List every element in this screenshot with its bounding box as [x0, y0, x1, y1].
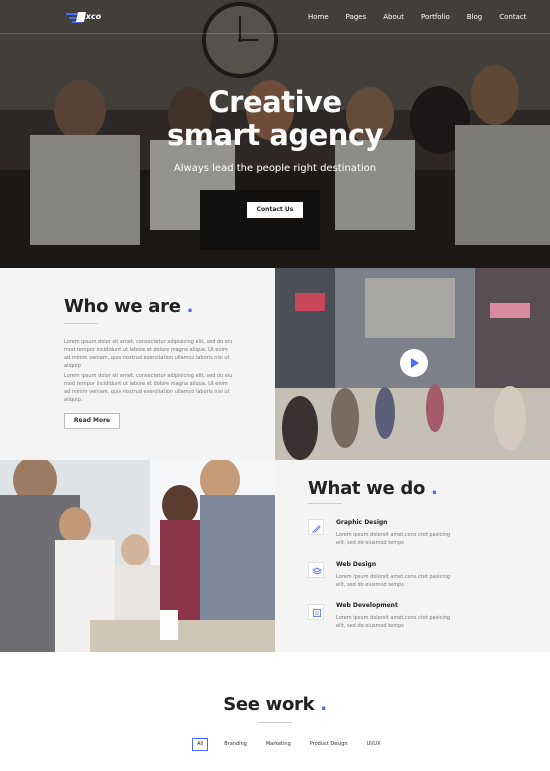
service-title-graphic-design: Graphic Design — [336, 519, 388, 526]
nav-item-blog[interactable]: Blog — [467, 13, 482, 21]
team-collaboration-photo — [0, 460, 275, 652]
contact-us-button[interactable]: Contact Us — [247, 202, 303, 218]
main-menu: Home Pages About Portfolio Blog Contact — [308, 13, 543, 21]
see-work-section: See work . All Branding Marketing Produc… — [0, 652, 550, 771]
hero-title-line-2: smart agency — [166, 118, 384, 152]
nav-item-home[interactable]: Home — [308, 13, 329, 21]
filter-ui-ux[interactable]: UI/UX — [364, 739, 384, 750]
who-paragraph-2: Lorem ipsum dolor sit amet, consectetur … — [64, 373, 233, 403]
read-more-button[interactable]: Read More — [64, 413, 120, 429]
filter-product-design[interactable]: Product Design — [307, 739, 351, 750]
hero-subtitle: Always lead the people right destination — [173, 163, 377, 174]
hero-title-line-1: Creative — [208, 85, 342, 119]
see-work-heading-text: See work — [223, 694, 315, 715]
what-we-do-heading: What we do . — [308, 478, 438, 499]
portfolio-filters: All Branding Marketing Product Design UI… — [192, 738, 397, 751]
team-photo — [0, 460, 275, 652]
who-we-are-heading: Who we are . — [64, 296, 193, 317]
who-paragraph-1: Lorem ipsum dolor sit amet, consectetur … — [64, 339, 233, 369]
filter-branding[interactable]: Branding — [221, 739, 250, 750]
code-icon — [308, 604, 324, 620]
heading-accent-dot: . — [431, 478, 438, 499]
heading-accent-dot: . — [320, 694, 327, 715]
what-we-do-heading-text: What we do — [308, 478, 426, 499]
what-we-do-section: What we do . Graphic Design Lorem ipsum … — [275, 460, 550, 652]
heading-underline — [308, 503, 342, 504]
service-desc-web-development: Lorem ipsum dolorsit amet,cons ctet pasi… — [336, 615, 451, 629]
service-title-web-design: Web Design — [336, 561, 377, 568]
pen-icon — [308, 519, 324, 535]
play-button[interactable] — [400, 349, 428, 377]
service-desc-graphic-design: Lorem ipsum dolorsit amet,cons ctet pasi… — [336, 532, 451, 546]
heading-accent-dot: . — [186, 296, 194, 317]
nav-item-portfolio[interactable]: Portfolio — [421, 13, 450, 21]
nav-item-contact[interactable]: Contact — [499, 13, 526, 21]
heading-underline — [64, 323, 98, 324]
filter-marketing[interactable]: Marketing — [263, 739, 294, 750]
layers-icon — [308, 562, 324, 578]
logo-text[interactable]: ixco — [83, 12, 101, 21]
nav-item-about[interactable]: About — [383, 13, 404, 21]
who-we-are-section: Who we are . Lorem ipsum dolor sit amet,… — [0, 268, 275, 460]
filter-all[interactable]: All — [192, 738, 209, 751]
heading-underline — [258, 722, 292, 723]
hero-section: ixco Home Pages About Portfolio Blog Con… — [0, 0, 550, 268]
service-title-web-development: Web Development — [336, 602, 398, 609]
nav-item-pages[interactable]: Pages — [346, 13, 367, 21]
who-we-are-heading-text: Who we are — [64, 296, 181, 317]
hero-title: Creative smart agency — [0, 86, 550, 152]
top-navbar: ixco Home Pages About Portfolio Blog Con… — [0, 0, 550, 34]
service-desc-web-design: Lorem ipsum dolorsit amet,cons ctet pasi… — [336, 574, 451, 588]
see-work-heading: See work . — [0, 694, 550, 715]
